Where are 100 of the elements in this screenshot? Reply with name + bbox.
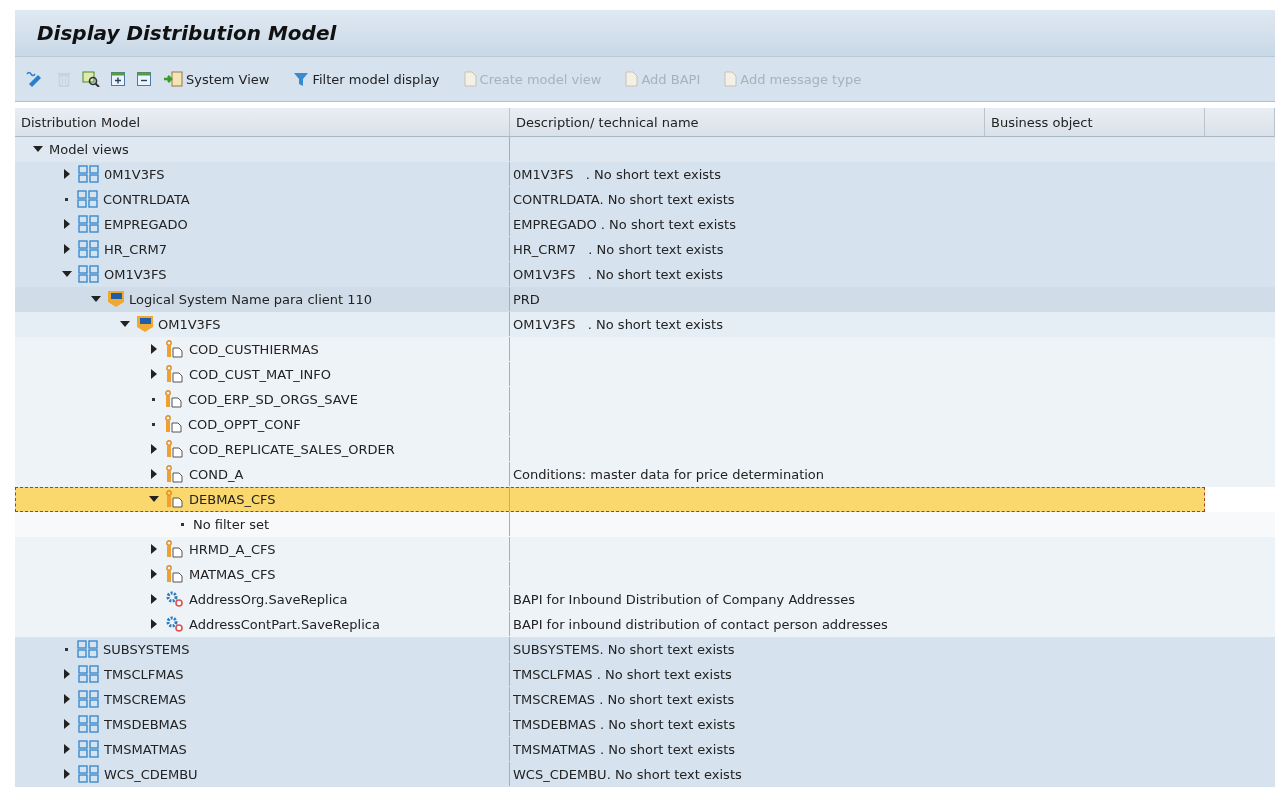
collapsed-arrow-icon[interactable] (62, 769, 72, 779)
node-description: CONTRLDATA. No short text exists (513, 191, 735, 207)
tree-row[interactable]: TMSCLFMAS TMSCLFMAS . No short text exists (15, 662, 1275, 687)
tree-row[interactable]: COD_CUST_MAT_INFO (15, 362, 1275, 387)
collapsed-arrow-icon[interactable] (149, 469, 159, 479)
expanded-arrow-icon[interactable] (91, 294, 101, 304)
collapsed-arrow-icon[interactable] (149, 344, 159, 354)
expanded-arrow-icon[interactable] (120, 319, 130, 329)
node-label: MATMAS_CFS (189, 566, 276, 582)
tree-row[interactable]: COD_OPPT_CONF (15, 412, 1275, 437)
tree-row[interactable]: WCS_CDEMBU WCS_CDEMBU. No short text exists (15, 762, 1275, 787)
tree-row[interactable]: TMSCREMAS TMSCREMAS . No short text exists (15, 687, 1275, 712)
node-description: TMSCLFMAS . No short text exists (513, 666, 732, 682)
node-description: OM1V3FS . No short text exists (513, 266, 723, 282)
tree-row[interactable]: TMSDEBMAS TMSDEBMAS . No short text exists (15, 712, 1275, 737)
node-label: WCS_CDEMBU (104, 766, 198, 782)
node-label: COD_OPPT_CONF (188, 416, 301, 432)
tree-row[interactable]: AddressContPart.SaveReplica BAPI for inbound distribution of contact person addresses (15, 612, 1275, 637)
shield-icon (136, 315, 154, 333)
tree-row[interactable]: TMSMATMAS TMSMATMAS . No short text exists (15, 737, 1275, 762)
collapsed-arrow-icon[interactable] (149, 594, 159, 604)
person-document-icon (165, 490, 185, 508)
person-document-icon (165, 365, 185, 383)
node-description: WCS_CDEMBU. No short text exists (513, 766, 742, 782)
column-header[interactable]: Distribution Model (15, 108, 510, 136)
tree-row[interactable]: MATMAS_CFS (15, 562, 1275, 587)
column-header[interactable]: Business object (985, 108, 1205, 136)
person-document-icon (165, 440, 185, 458)
collapsed-arrow-icon[interactable] (149, 369, 159, 379)
node-label: TMSCREMAS (104, 691, 187, 707)
tree-row[interactable]: COD_ERP_SD_ORGS_SAVE (15, 387, 1275, 412)
tree-row[interactable]: OM1V3FS OM1V3FS . No short text exists (15, 262, 1275, 287)
person-document-icon (165, 465, 185, 483)
node-description: Conditions: master data for price determination (513, 466, 825, 482)
tree-row[interactable]: Logical System Name para client 110 PRD (15, 287, 1275, 312)
node-description: TMSCREMAS . No short text exists (513, 691, 735, 707)
node-label: 0M1V3FS (104, 166, 165, 182)
shield-icon (107, 290, 125, 308)
collapsed-arrow-icon[interactable] (149, 569, 159, 579)
collapsed-arrow-icon[interactable] (62, 719, 72, 729)
node-label: AddressOrg.SaveReplica (189, 591, 348, 607)
node-label: TMSMATMAS (104, 741, 187, 757)
tree-row[interactable]: EMPREGADO EMPREGADO . No short text exists (15, 212, 1275, 237)
document-icon (463, 71, 477, 87)
person-document-icon (164, 390, 184, 408)
toolbar-button[interactable]: Filter model display (289, 69, 444, 89)
tree-row[interactable]: HRMD_A_CFS (15, 537, 1275, 562)
tree-row[interactable]: AddressOrg.SaveReplica BAPI for Inbound Distribution of Company Addresses (15, 587, 1275, 612)
arrow-into-box-icon (163, 71, 183, 87)
node-label: COND_A (189, 466, 244, 482)
person-document-icon (165, 540, 185, 558)
tree-row[interactable]: DEBMAS_CFS (15, 487, 1205, 512)
node-label: COD_ERP_SD_ORGS_SAVE (188, 391, 358, 407)
collapsed-arrow-icon[interactable] (62, 219, 72, 229)
column-header[interactable]: Description/ technical name (510, 108, 985, 136)
window-title: Display Distribution Model (37, 21, 337, 45)
collapsed-arrow-icon[interactable] (149, 544, 159, 554)
node-description: BAPI for Inbound Distribution of Company Addresses (513, 591, 855, 607)
node-label: HRMD_A_CFS (189, 541, 276, 557)
tree-row[interactable]: COD_REPLICATE_SALES_ORDER (15, 437, 1275, 462)
person-document-icon (165, 565, 185, 583)
node-label: No filter set (193, 516, 270, 532)
node-description: PRD (513, 291, 540, 307)
collapsed-arrow-icon[interactable] (62, 244, 72, 254)
toolbar-button[interactable]: System View (159, 69, 274, 89)
gears-icon (165, 615, 185, 633)
node-label: Logical System Name para client 110 (129, 291, 373, 307)
collapsed-arrow-icon[interactable] (62, 694, 72, 704)
filter-icon (293, 71, 310, 87)
collapsed-arrow-icon[interactable] (62, 169, 72, 179)
node-label: COD_CUST_MAT_INFO (189, 366, 331, 382)
tree-row[interactable]: 0M1V3FS 0M1V3FS . No short text exists (15, 162, 1275, 187)
tree-row[interactable]: No filter set (15, 512, 1275, 537)
node-description: HR_CRM7 . No short text exists (513, 241, 724, 257)
collapsed-arrow-icon[interactable] (62, 744, 72, 754)
tree-row[interactable]: COND_A Conditions: master data for price determination (15, 462, 1275, 487)
expanded-arrow-icon[interactable] (33, 144, 43, 154)
tree-row[interactable]: CONTRLDATA CONTRLDATA. No short text exists (15, 187, 1275, 212)
node-description: EMPREGADO . No short text exists (513, 216, 736, 232)
node-description: BAPI for inbound distribution of contact person addresses (513, 616, 888, 632)
tree-row[interactable]: Model views (15, 137, 1275, 162)
tree-row[interactable]: OM1V3FS OM1V3FS . No short text exists (15, 312, 1275, 337)
collapsed-arrow-icon[interactable] (149, 619, 159, 629)
node-label: OM1V3FS (158, 316, 221, 332)
node-label: COD_REPLICATE_SALES_ORDER (189, 441, 395, 457)
tree-row[interactable]: SUBSYSTEMS SUBSYSTEMS. No short text exists (15, 637, 1275, 662)
collapsed-arrow-icon[interactable] (149, 444, 159, 454)
collapsed-arrow-icon[interactable] (62, 669, 72, 679)
node-description: TMSDEBMAS . No short text exists (513, 716, 736, 732)
tree-row[interactable]: COD_CUSTHIERMAS (15, 337, 1275, 362)
node-label: TMSDEBMAS (104, 716, 187, 732)
node-description: SUBSYSTEMS. No short text exists (513, 641, 735, 657)
person-document-icon (165, 340, 185, 358)
expanded-arrow-icon[interactable] (62, 269, 72, 279)
node-label: AddressContPart.SaveReplica (189, 616, 380, 632)
person-document-icon (164, 415, 184, 433)
node-label: OM1V3FS (104, 266, 167, 282)
node-label: CONTRLDATA (103, 191, 190, 207)
tree-row[interactable]: HR_CRM7 HR_CRM7 . No short text exists (15, 237, 1275, 262)
expanded-arrow-icon[interactable] (149, 494, 159, 504)
